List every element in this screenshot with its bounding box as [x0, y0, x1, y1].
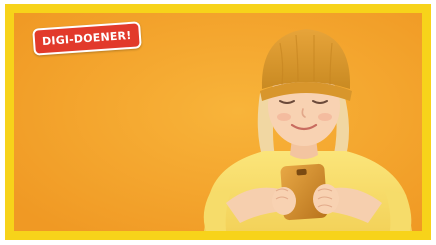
promo-image-frame: DIGI-DOENER! — [5, 4, 431, 240]
badge-label: DIGI-DOENER! — [41, 28, 132, 49]
